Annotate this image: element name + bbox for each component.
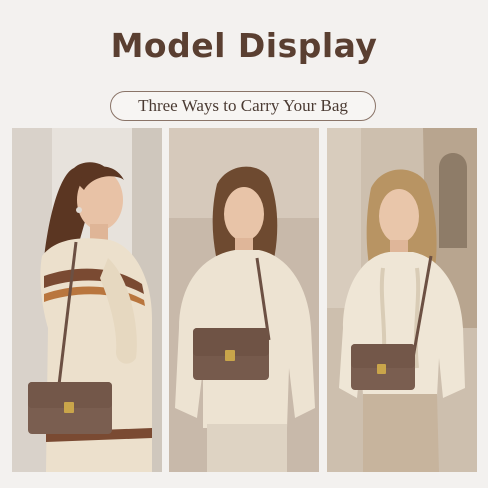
- model-photo-side-view: [12, 128, 162, 472]
- model-photo-front-view: [169, 128, 319, 472]
- model-photo-crossbody: [327, 128, 477, 472]
- subtitle-pill: Three Ways to Carry Your Bag: [110, 91, 376, 121]
- page-title: Model Display: [110, 26, 378, 65]
